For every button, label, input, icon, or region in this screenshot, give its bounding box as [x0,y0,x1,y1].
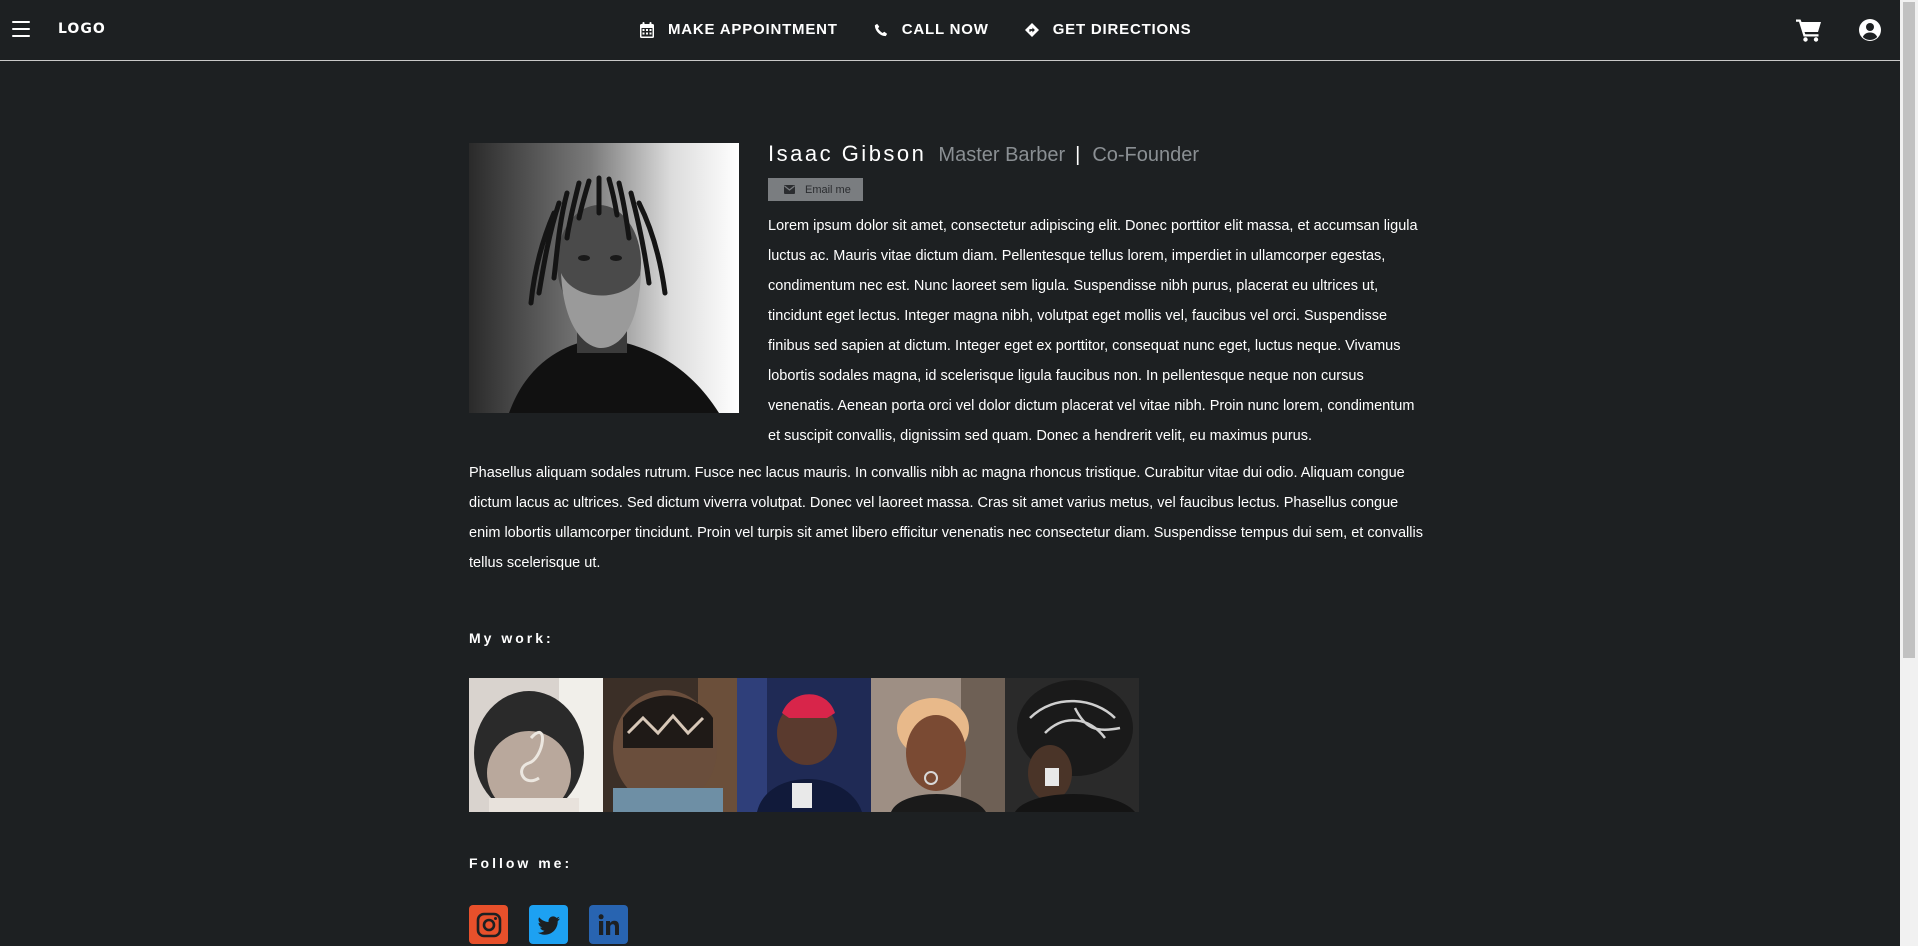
title-separator: | [1075,144,1081,166]
work-photo-zigzag-fade[interactable] [603,678,737,812]
bio-paragraph-2: Phasellus aliquam sodales rutrum. Fusce … [469,465,1423,571]
barber-secondary-title: Co-Founder [1092,144,1200,166]
scrollbar[interactable] [1900,0,1918,946]
work-photo-swirl-design[interactable] [1005,678,1139,812]
work-gallery [469,678,1139,812]
hamburger-menu-icon[interactable] [12,21,30,37]
page: LOGO MAKE APPOINTMENT CALL NOW GET DIREC… [0,0,1918,946]
barber-name: Isaac Gibson [768,141,927,166]
calendar-icon [640,22,654,38]
bio-paragraph-1: Lorem ipsum dolor sit amet, consectetur … [768,218,1418,444]
work-photo-red-mohawk[interactable] [737,678,871,812]
directions-icon [1024,23,1039,37]
scrollbar-thumb[interactable] [1903,2,1915,658]
work-photo-blonde-crop[interactable] [871,678,1005,812]
envelope-icon [784,185,795,194]
social-links [469,905,628,944]
barber-title: Master Barber [938,144,1066,166]
twitter-link[interactable] [529,905,568,944]
logo[interactable]: LOGO [58,21,106,37]
call-now-link[interactable]: CALL NOW [874,20,989,40]
email-me-button[interactable]: Email me [768,178,863,201]
phone-icon [874,23,887,37]
linkedin-icon [598,913,619,935]
top-navigation-bar: LOGO MAKE APPOINTMENT CALL NOW GET DIREC… [0,0,1900,61]
get-directions-link[interactable]: GET DIRECTIONS [1024,20,1192,40]
barber-portrait-photo [469,143,739,413]
linkedin-link[interactable] [589,905,628,944]
instagram-icon [476,912,501,937]
make-appointment-link[interactable]: MAKE APPOINTMENT [640,20,838,40]
instagram-link[interactable] [469,905,508,944]
follow-me-heading: Follow me: [469,855,573,871]
email-me-label: Email me [805,183,851,196]
work-photo-treble-clef[interactable] [469,678,603,812]
get-directions-label: GET DIRECTIONS [1052,21,1192,38]
twitter-icon [537,915,560,935]
my-work-heading: My work: [469,630,554,646]
call-now-label: CALL NOW [901,21,989,38]
profile-heading: Isaac Gibson Master Barber | Co-Founder [768,141,1199,167]
make-appointment-label: MAKE APPOINTMENT [668,21,838,38]
user-circle-icon[interactable] [1858,18,1882,42]
primary-nav: MAKE APPOINTMENT CALL NOW GET DIRECTIONS [640,20,1191,40]
cart-icon[interactable] [1796,18,1822,42]
